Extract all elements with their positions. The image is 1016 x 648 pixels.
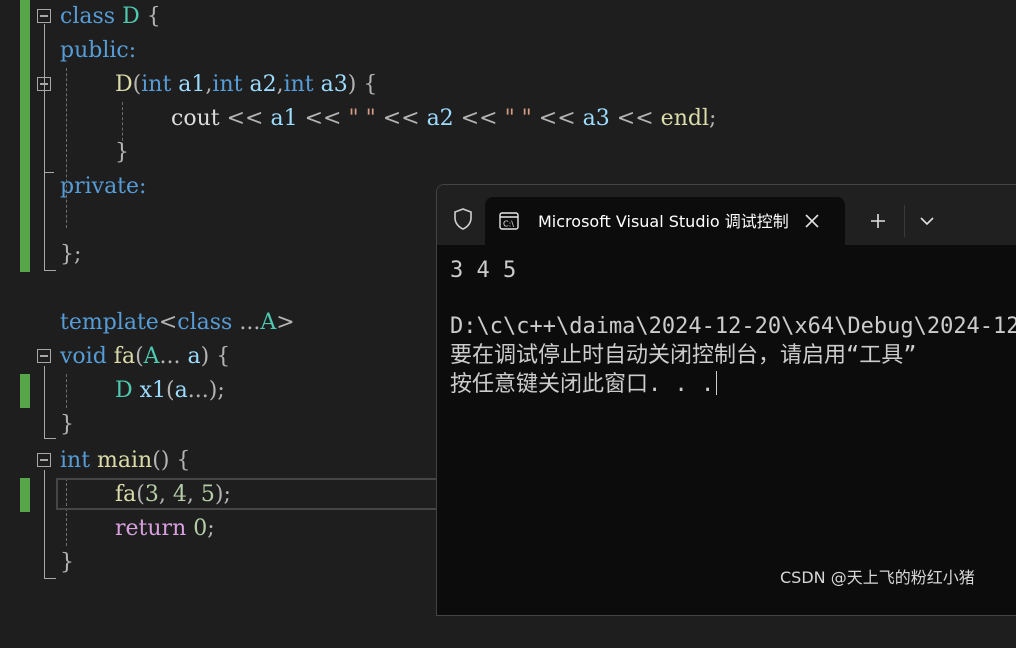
- keyword-template: template: [60, 310, 159, 335]
- tab-separator: [904, 205, 905, 237]
- number: 5: [200, 482, 215, 507]
- paren: (: [135, 344, 144, 369]
- func-name: fa: [113, 344, 136, 369]
- terminal-window[interactable]: C:\ Microsoft Visual Studio 调试控制台 3 4 5 …: [436, 184, 1016, 616]
- ctor-name: D: [115, 72, 133, 97]
- stream-op: <<: [460, 106, 498, 131]
- terminal-prompt-text: 按任意键关闭此窗口. . .: [450, 372, 715, 397]
- fold-toggle-icon[interactable]: [37, 349, 51, 363]
- brace: {: [146, 4, 161, 29]
- code-line-class[interactable]: class D {: [0, 0, 1016, 34]
- class-name: D: [115, 378, 133, 403]
- brace: }: [115, 140, 129, 165]
- paren: ): [200, 344, 210, 369]
- template-param: A: [260, 310, 277, 335]
- terminal-titlebar[interactable]: C:\ Microsoft Visual Studio 调试控制台: [437, 185, 1016, 245]
- terminal-output-line: 按任意键关闭此窗口. . .: [450, 371, 718, 399]
- ellipsis: ...: [239, 310, 261, 335]
- brace: {: [216, 344, 231, 369]
- var-a1: a1: [270, 106, 298, 131]
- plus-icon[interactable]: [869, 212, 887, 230]
- stream-op: <<: [538, 106, 576, 131]
- code-line-ctor[interactable]: D(int a1,int a2,int a3) {: [0, 68, 1016, 102]
- keyword-return: return: [115, 516, 187, 541]
- chevron-down-icon[interactable]: [919, 215, 935, 227]
- stream-op: <<: [616, 106, 654, 131]
- keyword-class: class: [177, 310, 233, 335]
- endl: endl: [660, 106, 709, 131]
- close-icon[interactable]: [803, 212, 821, 230]
- param-a2: a2: [249, 72, 277, 97]
- code-line-cout[interactable]: cout << a1 << " " << a2 << " " << a3 << …: [0, 102, 1016, 136]
- brace: {: [363, 72, 378, 97]
- keyword-void: void: [60, 344, 107, 369]
- terminal-output-line: 要在调试停止时自动关闭控制台，请启用“工具”: [450, 343, 917, 368]
- stream-op: <<: [226, 106, 264, 131]
- brace: }: [60, 412, 74, 437]
- comma: ,: [276, 72, 284, 97]
- keyword-class: class: [60, 4, 116, 29]
- param-a1: a1: [178, 72, 206, 97]
- func-call: fa: [115, 482, 137, 507]
- type-int: int: [283, 72, 314, 97]
- fold-toggle-icon[interactable]: [37, 77, 51, 91]
- var-a2: a2: [426, 106, 454, 131]
- param-type: A: [143, 344, 160, 369]
- func-main: main: [97, 448, 153, 473]
- cout: cout: [171, 106, 220, 131]
- tab-title: Microsoft Visual Studio 调试控制台: [538, 212, 788, 231]
- keyword-int: int: [60, 448, 91, 473]
- number: 4: [172, 482, 187, 507]
- fold-toggle-icon[interactable]: [37, 9, 51, 23]
- number: 3: [144, 482, 159, 507]
- terminal-output-line: D:\c\c++\daima\2024-12-20\x64\Debug\2024…: [450, 314, 1016, 339]
- class-name: D: [122, 4, 140, 29]
- paren: ): [347, 72, 357, 97]
- text-cursor: [716, 371, 718, 395]
- watermark: CSDN @天上飞的粉红小猪: [780, 568, 975, 587]
- ellipsis: ...: [159, 344, 181, 369]
- comma: ,: [186, 482, 194, 507]
- code-line-ctor-close[interactable]: }: [0, 136, 1016, 170]
- brace: }: [60, 550, 74, 575]
- angle-open: <: [158, 310, 178, 335]
- paren: (: [132, 72, 142, 97]
- stream-op: <<: [304, 106, 342, 131]
- comma: ,: [158, 482, 166, 507]
- terminal-output-line: 3 4 5: [450, 258, 517, 283]
- fold-toggle-icon[interactable]: [37, 453, 51, 467]
- access-private: private:: [60, 174, 147, 199]
- paren: (: [166, 378, 175, 403]
- semicolon: ;: [207, 516, 215, 541]
- angle-close: >: [276, 310, 295, 335]
- ellipsis-close: ...);: [187, 378, 225, 403]
- terminal-tab[interactable]: C:\ Microsoft Visual Studio 调试控制台: [485, 197, 845, 245]
- code-line-public[interactable]: public:: [0, 34, 1016, 68]
- type-int: int: [141, 72, 172, 97]
- var-a3: a3: [582, 106, 610, 131]
- brace: {: [176, 448, 191, 473]
- arg-a: a: [174, 378, 188, 403]
- parens: (): [152, 448, 170, 473]
- brace-semicolon: };: [60, 242, 82, 267]
- param-a: a: [187, 344, 201, 369]
- string-space: " ": [504, 106, 532, 131]
- semicolon: ;: [708, 106, 717, 131]
- number: 0: [193, 516, 208, 541]
- param-a3: a3: [320, 72, 348, 97]
- stream-op: <<: [382, 106, 420, 131]
- access-public: public:: [60, 38, 137, 63]
- console-icon: C:\: [499, 212, 519, 230]
- shield-icon[interactable]: [453, 208, 473, 230]
- paren: (: [136, 482, 145, 507]
- paren-semicolon: );: [214, 482, 231, 507]
- var-x1: x1: [139, 378, 167, 403]
- string-space: " ": [348, 106, 376, 131]
- type-int: int: [212, 72, 243, 97]
- svg-text:C:\: C:\: [503, 220, 514, 229]
